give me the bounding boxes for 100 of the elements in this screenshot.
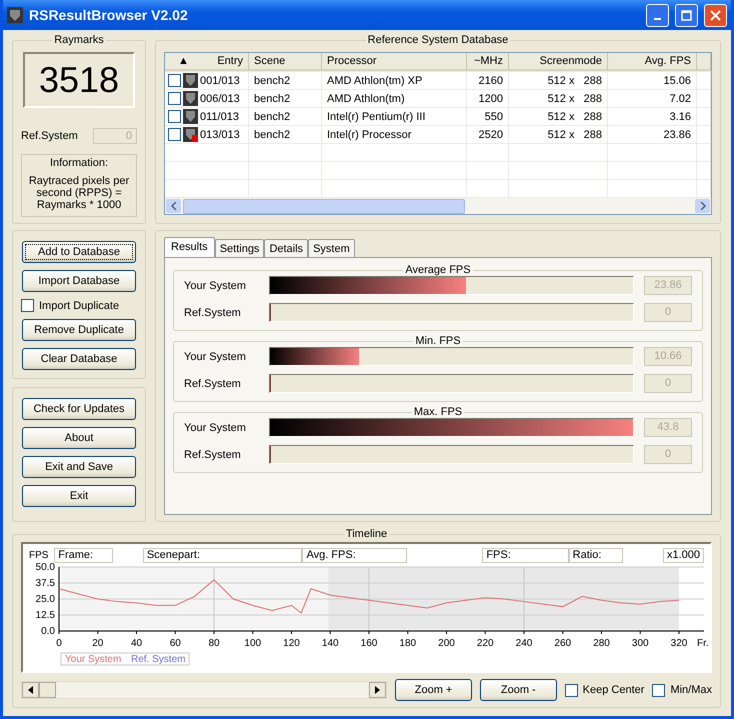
table-cell: bench2 [249, 72, 322, 89]
minimize-icon [654, 18, 661, 20]
axis-unit: FPS [29, 550, 50, 561]
action-button[interactable]: Clear Database [22, 348, 136, 370]
table-cell: Intel(r) Processor [322, 126, 467, 143]
group-title: Raymarks [53, 34, 105, 46]
bar-label: Ref.System [184, 306, 242, 318]
y-tick-label: 37.5 [36, 578, 55, 589]
table-cell: 512 x 288 [509, 126, 608, 143]
bar-label: Your System [184, 280, 247, 292]
checkbox-label[interactable]: Min/Max [670, 684, 712, 696]
minimize-button[interactable] [646, 4, 669, 26]
table-cell: 001/013 [165, 72, 249, 89]
table-cell: AMD Athlon(tm) [322, 90, 467, 107]
row-checkbox[interactable] [168, 110, 181, 123]
ref-system-field: 0 [93, 128, 137, 144]
table-cell: 1200 [467, 90, 509, 107]
x-tick-label: 180 [399, 638, 416, 649]
table-cell: 550 [467, 108, 509, 125]
group-title: Reference System Database [366, 34, 510, 46]
x-tick-label: 240 [516, 638, 532, 649]
table-cell: 3.16 [608, 108, 697, 125]
field-label: Ref.System [21, 130, 78, 142]
table-cell: 2160 [467, 72, 509, 89]
x-tick-label: 140 [322, 638, 339, 649]
checkbox-label[interactable]: Import Duplicate [39, 300, 120, 312]
table-cell: 23.86 [608, 126, 697, 143]
y-axis [58, 566, 60, 632]
x-tick-label: 20 [92, 638, 104, 649]
value-field: 43.8 [644, 418, 692, 437]
column-header[interactable]: Scene [249, 53, 322, 71]
table-cell: bench2 [249, 90, 322, 107]
action-button[interactable]: Exit [22, 485, 136, 507]
value-field: 0 [644, 303, 692, 322]
readout-field: Scenepart: [142, 548, 302, 563]
maximize-icon [681, 10, 692, 20]
table-cell: 15.06 [608, 72, 697, 89]
close-icon [710, 10, 721, 20]
x-tick-label: 60 [170, 638, 181, 649]
table-cell: 512 x 288 [509, 108, 608, 125]
table-cell: 006/013 [165, 90, 249, 107]
group-title: Max. FPS [412, 406, 464, 418]
group-title: Timeline [344, 528, 388, 540]
table-cell: 512 x 288 [509, 90, 608, 107]
tab[interactable]: Results [164, 237, 215, 258]
sort-indicator: ▲ [178, 55, 189, 67]
x-tick-label: 40 [130, 638, 142, 649]
table-cell: 7.02 [608, 90, 697, 107]
checkbox[interactable] [564, 684, 578, 696]
x-axis-unit: Fr. [697, 638, 709, 649]
y-tick-label: 50.0 [36, 563, 55, 573]
table-cell: 013/013 [165, 126, 249, 143]
close-button[interactable] [704, 4, 727, 26]
scroll-thumb[interactable] [39, 682, 56, 698]
right-arrow-icon [375, 686, 380, 694]
table-cell: 512 x 288 [509, 72, 608, 89]
checkbox-label[interactable]: Keep Center [582, 684, 644, 696]
table-cell: bench2 [249, 126, 322, 143]
column-header[interactable]: Avg. FPS [608, 53, 697, 71]
action-button[interactable]: Add to Database [22, 241, 136, 263]
readout-field: Frame: [54, 548, 113, 563]
bar-label: Ref.System [184, 378, 242, 390]
readout-field: FPS: [482, 548, 569, 563]
value-field: 23.86 [644, 276, 692, 295]
action-button[interactable]: Exit and Save [22, 456, 136, 478]
tab[interactable]: System [308, 239, 355, 258]
action-button[interactable]: Remove Duplicate [22, 319, 136, 341]
bar-label: Ref.System [184, 448, 242, 460]
action-button[interactable]: Import Database [22, 270, 136, 292]
x-tick-label: 320 [670, 638, 688, 649]
maximize-button[interactable] [675, 4, 698, 26]
zoom-in-button[interactable]: Zoom + [395, 679, 472, 701]
value-field: 10.66 [644, 347, 692, 366]
column-header[interactable]: ▲ Entry [165, 53, 249, 71]
row-checkbox[interactable] [168, 74, 181, 87]
action-button[interactable]: Check for Updates [22, 398, 136, 420]
table-cell: Intel(r) Pentium(r) III [322, 108, 467, 125]
app-icon [7, 7, 23, 23]
checkbox[interactable] [652, 684, 666, 696]
horizontal-scrollbar[interactable] [165, 198, 711, 214]
column-header[interactable]: Processor [322, 53, 467, 71]
value-field: 0 [644, 374, 692, 393]
row-checkbox[interactable] [168, 128, 181, 141]
column-header[interactable]: ~MHz [467, 53, 509, 71]
x-tick-label: 100 [244, 638, 262, 649]
x-tick-label: 300 [632, 638, 649, 649]
timeline-scrollbar[interactable] [21, 681, 388, 699]
row-checkbox[interactable] [168, 92, 181, 105]
x-tick-label: 260 [554, 638, 572, 649]
checkbox[interactable] [21, 299, 34, 312]
group-title: Average FPS [404, 264, 472, 276]
tab[interactable]: Settings [214, 239, 264, 258]
column-header[interactable]: Screenmode [509, 53, 608, 71]
tab[interactable]: Details [264, 239, 308, 258]
table-cell: 011/013 [165, 108, 249, 125]
zoom-out-button[interactable]: Zoom - [480, 679, 557, 701]
action-button[interactable]: About [22, 427, 136, 449]
legend-label: Ref. System [131, 654, 186, 665]
x-tick-label: 220 [476, 638, 494, 649]
group-title: Min. FPS [414, 335, 462, 347]
